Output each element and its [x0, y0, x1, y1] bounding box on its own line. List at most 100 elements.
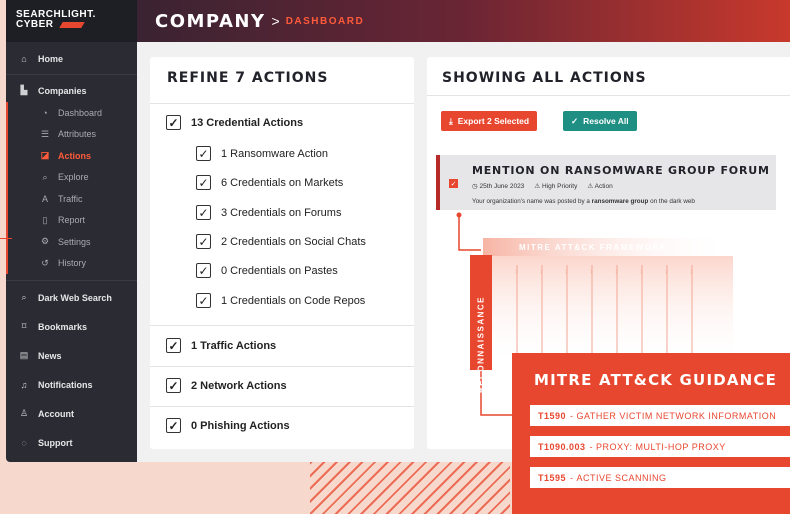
sidebar-item-settings[interactable]: ⚙ Settings [8, 231, 137, 253]
connector-line [458, 215, 481, 251]
filter-ransomware-action[interactable]: ✓ 1 Ransomware Action [196, 146, 328, 161]
sidebar-item-label: Notifications [38, 379, 93, 390]
home-icon: ⌂ [21, 53, 27, 64]
sidebar-item-attributes[interactable]: ☰ Attributes [8, 124, 137, 146]
sidebar-item-explore[interactable]: ⌕ Explore [8, 167, 137, 189]
checkbox-checked-icon[interactable]: ✓ [449, 179, 458, 188]
filter-credentials-markets[interactable]: ✓ 6 Credentials on Markets [196, 175, 343, 190]
filter-label: 6 Credentials on Markets [221, 176, 344, 189]
sidebar-item-bookmarks[interactable]: ⌑ Bookmarks [6, 312, 137, 341]
action-item-ransomware-mention[interactable]: ✓ MENTION ON RANSOMWARE GROUP FORUM ◷ 25… [436, 155, 776, 210]
dashboard-icon: ◔ [42, 107, 48, 118]
svg-text:›: › [540, 267, 543, 276]
check-icon: ✓ [571, 115, 579, 126]
divider [150, 366, 414, 367]
checkbox-checked-icon[interactable]: ✓ [166, 418, 181, 433]
list-icon: ☰ [40, 128, 50, 139]
checkbox-checked-icon[interactable]: ✓ [166, 378, 181, 393]
gear-icon: ⚙ [40, 236, 50, 247]
guidance-item-t1595[interactable]: T1595- ACTIVE SCANNING [530, 467, 790, 488]
filter-credentials-code-repos[interactable]: ✓ 1 Credentials on Code Repos [196, 293, 365, 308]
sidebar-item-dark-web-search[interactable]: ⌕ Dark Web Search [6, 283, 137, 312]
action-description: Your organization's name was posted by a… [472, 198, 695, 205]
checkbox-checked-icon[interactable]: ✓ [166, 115, 181, 130]
svg-text:›: › [690, 267, 693, 276]
sidebar-item-label: Traffic [58, 193, 83, 204]
divider [427, 95, 790, 96]
decor-stripes-bottom [310, 462, 510, 514]
export-selected-button[interactable]: ⤓ Export 2 Selected [441, 111, 538, 131]
desc-bold: ransomware group [591, 198, 649, 205]
sidebar-item-actions[interactable]: ◪ Actions [8, 145, 137, 167]
filter-credentials-forums[interactable]: ✓ 3 Credentials on Forums [196, 205, 341, 220]
tactic-reconnaissance-label[interactable]: RECONNAISSANCE [477, 288, 486, 402]
svg-text:›: › [515, 267, 518, 276]
desc-prefix: Your organization's name was posted by a [472, 198, 592, 205]
sidebar-item-traffic[interactable]: A Traffic [8, 188, 137, 210]
bookmark-icon: ⌑ [21, 321, 27, 331]
filter-phishing-actions[interactable]: ✓ 0 Phishing Actions [166, 418, 290, 433]
sidebar-item-history[interactable]: ↺ History [8, 253, 137, 275]
checkbox-checked-icon[interactable]: ✓ [196, 293, 211, 308]
technique-id: T1090.003 [538, 441, 586, 452]
sidebar-item-account[interactable]: ♙ Account [6, 399, 137, 428]
sidebar-item-support[interactable]: ◌ Support [6, 428, 137, 457]
type-meta: ⚠ Action [587, 182, 612, 190]
checkbox-checked-icon[interactable]: ✓ [196, 234, 211, 249]
search-icon: ⌕ [21, 292, 27, 302]
technique-desc: GATHER VICTIM NETWORK INFORMATION [576, 410, 777, 421]
sidebar-item-label: Explore [58, 172, 89, 183]
svg-text:›: › [565, 267, 568, 276]
chat-icon: ◌ [21, 437, 27, 448]
sidebar-item-news[interactable]: ▤ News [6, 341, 137, 370]
sidebar-item-companies[interactable]: ▙ Companies [6, 79, 137, 102]
filter-credential-actions[interactable]: ✓ 13 Credential Actions [166, 115, 303, 130]
action-date: 25th June 2023 [479, 183, 525, 190]
filter-traffic-actions[interactable]: ✓ 1 Traffic Actions [166, 338, 276, 353]
actions-icon: ◪ [40, 150, 50, 161]
sidebar-item-label: Dashboard [58, 107, 103, 118]
action-title: MENTION ON RANSOMWARE GROUP FORUM [472, 164, 770, 177]
breadcrumb-dashboard[interactable]: DASHBOARD [286, 16, 365, 27]
sidebar-item-home[interactable]: ⌂ Home [6, 47, 137, 70]
filter-label: 3 Credentials on Forums [221, 206, 342, 219]
divider [150, 103, 414, 104]
filter-label: 0 Credentials on Pastes [221, 264, 338, 277]
guidance-item-t1090-003[interactable]: T1090.003- PROXY: MULTI-HOP PROXY [530, 436, 790, 457]
building-icon: ▙ [20, 85, 28, 95]
filter-credentials-social-chats[interactable]: ✓ 2 Credentials on Social Chats [196, 234, 366, 249]
sidebar-item-label: Dark Web Search [38, 292, 112, 303]
sidebar-item-label: Actions [58, 150, 92, 161]
guidance-item-t1590[interactable]: T1590- GATHER VICTIM NETWORK INFORMATION [530, 405, 790, 426]
action-priority: High Priority [541, 183, 578, 190]
sidebar-item-label: History [58, 258, 87, 269]
brand-logo[interactable]: SEARCHLIGHT. CYBER [6, 0, 137, 42]
report-icon: ▯ [42, 214, 48, 225]
sidebar-item-dashboard[interactable]: ◔ Dashboard [8, 102, 137, 124]
sidebar-item-notifications[interactable]: ♫ Notifications [6, 370, 137, 399]
breadcrumb-separator: > [271, 13, 280, 29]
priority-meta: ⚠ High Priority [534, 182, 577, 190]
sidebar-item-report[interactable]: ▯ Report [8, 210, 137, 232]
connector-dot [456, 212, 462, 218]
bell-icon: ♫ [20, 379, 28, 390]
filter-credentials-pastes[interactable]: ✓ 0 Credentials on Pastes [196, 263, 338, 278]
sidebar: SEARCHLIGHT. CYBER ⌂ Home ▙ Companies ◔ D… [6, 0, 137, 462]
checkbox-checked-icon[interactable]: ✓ [196, 146, 211, 161]
svg-text:›: › [615, 267, 618, 276]
button-label: Export 2 Selected [457, 116, 530, 126]
checkbox-checked-icon[interactable]: ✓ [196, 263, 211, 278]
sidebar-item-label: Home [38, 53, 64, 64]
checkbox-checked-icon[interactable]: ✓ [196, 205, 211, 220]
page-title: COMPANY [155, 10, 266, 32]
checkbox-checked-icon[interactable]: ✓ [166, 338, 181, 353]
sidebar-item-label: Companies [38, 85, 87, 96]
checkbox-checked-icon[interactable]: ✓ [196, 175, 211, 190]
resolve-all-button[interactable]: ✓ Resolve All [563, 111, 637, 131]
guidance-title: MITRE ATT&CK GUIDANCE [534, 371, 778, 389]
sidebar-item-label: Attributes [58, 129, 97, 140]
filter-label: 2 Network Actions [191, 379, 287, 392]
framework-columns-bg [483, 256, 733, 366]
mitre-guidance-panel: MITRE ATT&CK GUIDANCE T1590- GATHER VICT… [512, 353, 790, 514]
filter-network-actions[interactable]: ✓ 2 Network Actions [166, 378, 287, 393]
